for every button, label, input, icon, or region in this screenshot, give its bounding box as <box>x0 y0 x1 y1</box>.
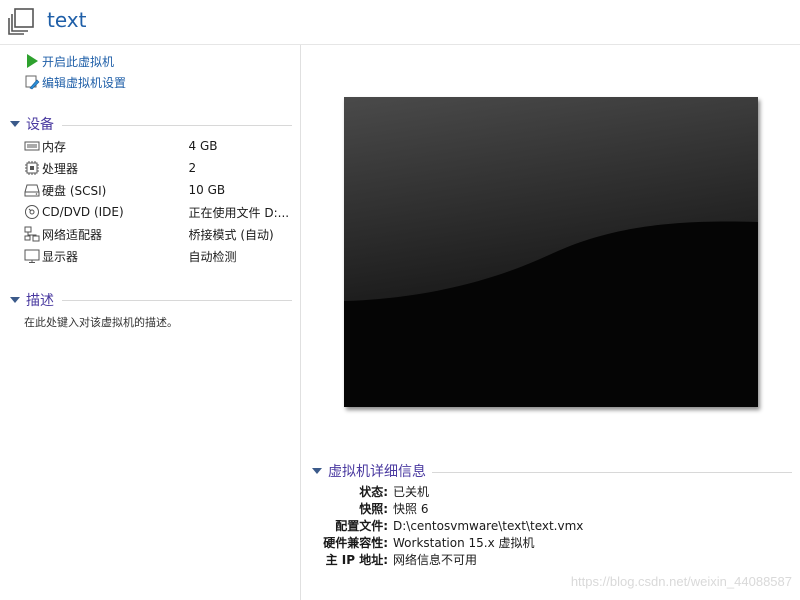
device-value: 4 GB <box>188 139 218 153</box>
collapse-triangle-icon <box>10 121 20 127</box>
detail-value: Workstation 15.x 虚拟机 <box>393 536 535 550</box>
power-on-vm-label: 开启此虚拟机 <box>42 54 115 69</box>
vm-screen-thumbnail[interactable] <box>344 97 758 407</box>
section-divider <box>62 125 292 126</box>
left-pane: 开启此虚拟机 编辑虚拟机设置 设备 内存 4 GB 处理器 2 硬盘 (SCSI… <box>0 45 301 600</box>
device-name: 网络适配器 <box>42 227 103 242</box>
description-section-title: 描述 <box>26 293 54 309</box>
memory-icon <box>24 138 40 154</box>
device-value: 10 GB <box>188 183 226 197</box>
vm-summary-page: text 开启此虚拟机 编辑虚拟机设置 设备 内存 4 GB 处理器 2 硬盘 … <box>0 0 800 600</box>
processor-icon <box>24 160 40 176</box>
device-row-processor[interactable]: 处理器 2 <box>24 159 296 177</box>
vm-title: text <box>47 8 87 32</box>
vm-details-section-title: 虚拟机详细信息 <box>328 464 426 480</box>
detail-row-snapshot: 快照: 快照 6 <box>300 500 780 517</box>
device-name: 内存 <box>42 139 67 154</box>
device-row-cd-dvd[interactable]: CD/DVD (IDE) 正在使用文件 D:... <box>24 203 296 221</box>
detail-row-primary-ip: 主 IP 地址: 网络信息不可用 <box>300 551 780 568</box>
network-adapter-icon <box>24 226 40 242</box>
detail-value: 快照 6 <box>393 502 429 516</box>
cd-dvd-icon <box>24 204 40 220</box>
detail-key: 主 IP 地址: <box>325 553 388 567</box>
device-name: 处理器 <box>42 161 79 176</box>
detail-key: 硬件兼容性: <box>323 536 388 550</box>
hard-disk-icon <box>24 182 40 198</box>
vm-details-section-header[interactable]: 虚拟机详细信息 <box>312 461 426 481</box>
section-divider <box>62 300 292 301</box>
detail-row-config-file: 配置文件: D:\centosvmware\text\text.vmx <box>300 517 780 534</box>
devices-section-title: 设备 <box>26 117 54 133</box>
device-value: 桥接模式 (自动) <box>188 227 274 242</box>
detail-key: 配置文件: <box>335 519 388 533</box>
detail-key: 状态: <box>359 485 388 499</box>
detail-row-state: 状态: 已关机 <box>300 483 780 500</box>
detail-value: 已关机 <box>393 485 430 499</box>
edit-vm-settings-button[interactable]: 编辑虚拟机设置 <box>24 73 126 91</box>
device-name: CD/DVD (IDE) <box>42 205 124 219</box>
device-row-memory[interactable]: 内存 4 GB <box>24 137 296 155</box>
device-value: 正在使用文件 D:... <box>188 205 290 220</box>
detail-key: 快照: <box>359 502 388 516</box>
device-value: 2 <box>188 161 197 175</box>
device-name: 硬盘 (SCSI) <box>42 183 107 198</box>
device-row-display[interactable]: 显示器 自动检测 <box>24 247 296 265</box>
play-icon <box>24 53 40 69</box>
device-row-network-adapter[interactable]: 网络适配器 桥接模式 (自动) <box>24 225 296 243</box>
vm-window-icon <box>6 6 36 36</box>
device-row-hard-disk[interactable]: 硬盘 (SCSI) 10 GB <box>24 181 296 199</box>
edit-settings-icon <box>24 74 40 90</box>
detail-value: D:\centosvmware\text\text.vmx <box>393 518 584 533</box>
collapse-triangle-icon <box>312 468 322 474</box>
description-input[interactable]: 在此处键入对该虚拟机的描述。 <box>24 314 178 330</box>
detail-value: 网络信息不可用 <box>393 553 478 567</box>
devices-section-header[interactable]: 设备 <box>10 114 54 134</box>
device-value: 自动检测 <box>188 249 237 264</box>
display-icon <box>24 248 40 264</box>
vm-header: text <box>0 0 800 45</box>
description-section-header[interactable]: 描述 <box>10 290 54 310</box>
watermark-text: https://blog.csdn.net/weixin_44088587 <box>570 574 792 589</box>
section-divider <box>432 472 792 473</box>
collapse-triangle-icon <box>10 297 20 303</box>
device-name: 显示器 <box>42 249 79 264</box>
power-on-vm-button[interactable]: 开启此虚拟机 <box>24 52 114 70</box>
edit-vm-settings-label: 编辑虚拟机设置 <box>42 75 127 90</box>
detail-row-hardware-compatibility: 硬件兼容性: Workstation 15.x 虚拟机 <box>300 534 780 551</box>
